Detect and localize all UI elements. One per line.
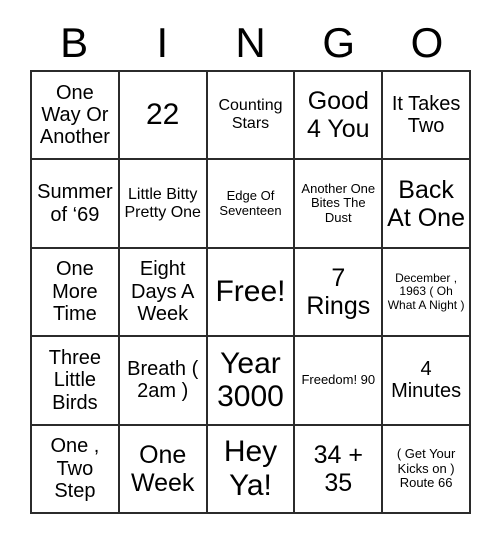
bingo-cell-label: Eight Days A Week — [131, 258, 195, 326]
header-letter-n: N — [235, 19, 266, 66]
bingo-cell[interactable]: 34 + 35 — [295, 425, 384, 514]
bingo-cell[interactable]: 7 Rings — [295, 248, 384, 338]
bingo-cell[interactable]: Counting Stars — [207, 72, 296, 161]
bingo-cell-label: Back At One — [387, 175, 465, 232]
bingo-cell-label: 22 — [146, 98, 180, 132]
bingo-cell[interactable]: ( Get Your Kicks on ) Route 66 — [383, 425, 471, 514]
bingo-cell[interactable]: 4 Minutes — [383, 337, 471, 426]
bingo-cell-label: 7 Rings — [306, 263, 371, 320]
bingo-cell-label: Another One Bites The Dust — [301, 180, 376, 225]
bingo-cell[interactable]: Little Bitty Pretty One — [119, 160, 208, 249]
bingo-header: B I N G O — [30, 16, 471, 70]
bingo-card: B I N G O One Way Or Another 22 Counting… — [0, 0, 500, 544]
bingo-cell-label: One More Time — [52, 258, 98, 326]
bingo-cell[interactable]: Summer of ‘69 — [32, 160, 120, 249]
bingo-cell-free-label: Free! — [215, 275, 286, 309]
bingo-cell-label: Good 4 You — [306, 87, 370, 144]
bingo-cell[interactable]: One More Time — [32, 248, 120, 338]
bingo-cell[interactable]: One Week — [119, 425, 208, 514]
bingo-cell[interactable]: One , Two Step — [32, 425, 120, 514]
bingo-cell-label: Summer of ‘69 — [37, 181, 113, 226]
bingo-cell[interactable]: Freedom! 90 — [295, 337, 384, 426]
bingo-cell[interactable]: Breath ( 2am ) — [119, 337, 208, 426]
bingo-cell[interactable]: Another One Bites The Dust — [295, 160, 384, 249]
header-letter-i: I — [156, 19, 169, 66]
bingo-cell[interactable]: Good 4 You — [295, 72, 384, 161]
bingo-cell-label: Little Bitty Pretty One — [124, 185, 201, 221]
bingo-cell-label: Three Little Birds — [48, 346, 102, 414]
bingo-cell-label: 4 Minutes — [391, 358, 462, 403]
bingo-cell-label: One , Two Step — [50, 435, 100, 502]
header-letter-g: G — [322, 19, 356, 66]
bingo-cell[interactable]: Back At One — [383, 160, 471, 249]
bingo-cell[interactable]: One Way Or Another — [32, 72, 120, 161]
bingo-cell[interactable]: Edge Of Seventeen — [207, 160, 296, 249]
bingo-cell[interactable]: December , 1963 ( Oh What A Night ) — [383, 248, 471, 338]
bingo-cell[interactable]: It Takes Two — [383, 72, 471, 161]
bingo-cell[interactable]: Three Little Birds — [32, 337, 120, 426]
bingo-cell[interactable]: Year 3000 — [207, 337, 296, 426]
bingo-cell-label: One Week — [130, 440, 195, 497]
bingo-cell-label: Edge Of Seventeen — [219, 188, 282, 218]
bingo-cell-label: Hey Ya! — [223, 435, 278, 502]
bingo-cell-label: Year 3000 — [217, 346, 284, 414]
bingo-grid: One Way Or Another 22 Counting Stars Goo… — [30, 70, 471, 514]
bingo-cell-label: Breath ( 2am ) — [127, 358, 199, 403]
bingo-cell-label: ( Get Your Kicks on ) Route 66 — [396, 445, 456, 491]
bingo-cell[interactable]: Hey Ya! — [207, 425, 296, 514]
bingo-cell-label: Counting Stars — [218, 97, 283, 133]
bingo-cell-label: It Takes Two — [391, 92, 461, 138]
bingo-cell-label: Freedom! 90 — [301, 372, 376, 388]
header-letter-b: B — [60, 19, 89, 66]
header-letter-o: O — [410, 19, 444, 66]
bingo-cell-free[interactable]: Free! — [207, 248, 296, 338]
bingo-cell-label: One Way Or Another — [39, 81, 110, 149]
bingo-cell[interactable]: Eight Days A Week — [119, 248, 208, 338]
bingo-cell[interactable]: 22 — [119, 72, 208, 161]
bingo-cell-label: December , 1963 ( Oh What A Night ) — [387, 270, 465, 312]
bingo-cell-label: 34 + 35 — [313, 440, 363, 497]
